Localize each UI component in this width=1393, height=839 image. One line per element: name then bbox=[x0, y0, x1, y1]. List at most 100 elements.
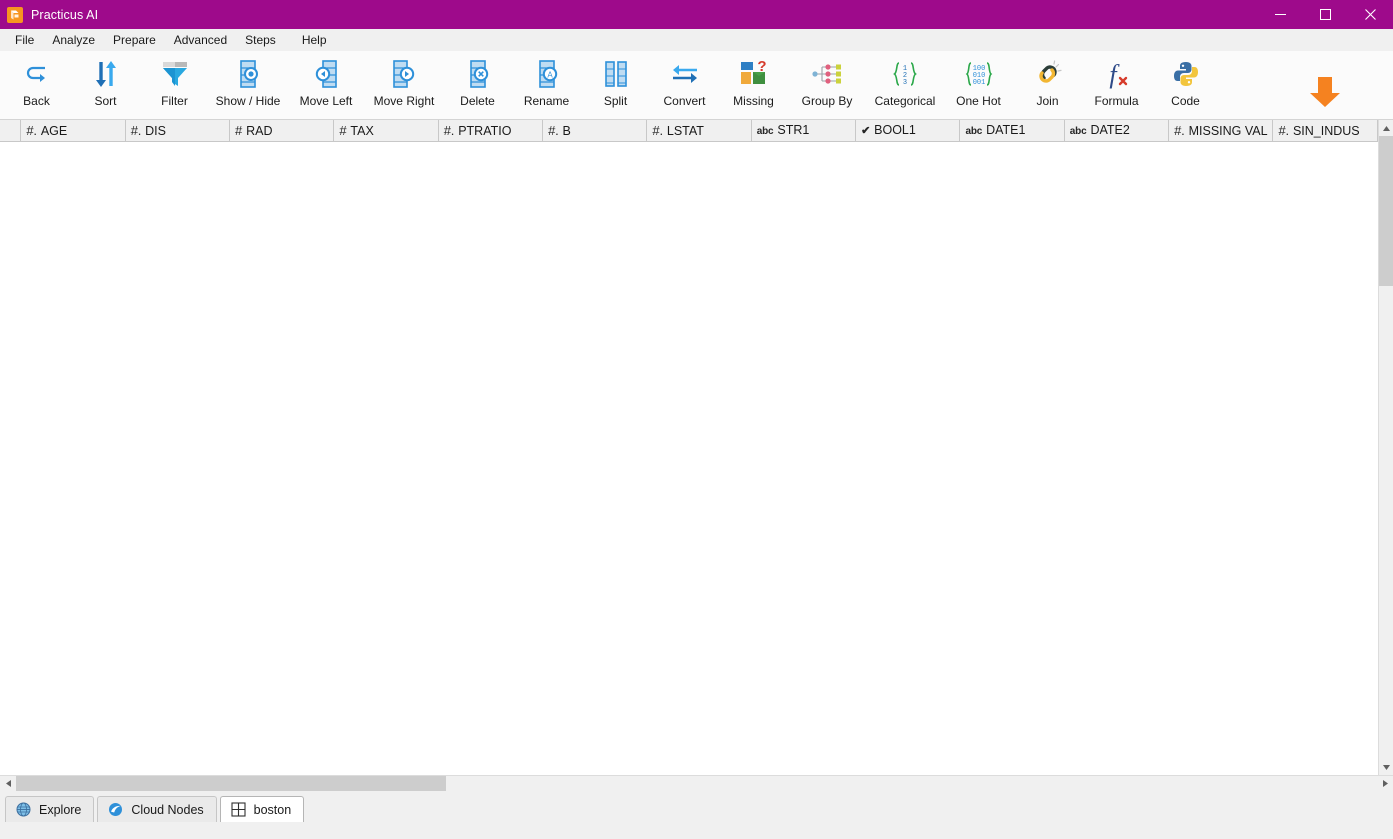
column-header-sin-indus[interactable]: #.SIN_INDUS bbox=[1273, 120, 1378, 141]
toolbar-label: Code bbox=[1171, 94, 1200, 108]
column-header-b[interactable]: #. B bbox=[543, 120, 647, 141]
toolbar-button-rename[interactable]: A Rename bbox=[512, 51, 581, 115]
toolbar-button-code[interactable]: Code bbox=[1151, 51, 1220, 115]
bottom-tab-bar: Explore Cloud Nodes boston bbox=[0, 790, 1393, 839]
column-rename-icon: A bbox=[527, 57, 567, 91]
column-header-str1[interactable]: abcSTR1 bbox=[751, 120, 855, 141]
minimize-button[interactable] bbox=[1258, 0, 1303, 29]
column-header-ptratio[interactable]: #.PTRATIO bbox=[438, 120, 542, 141]
column-type-icon: #. bbox=[548, 123, 558, 138]
column-header-label: RAD bbox=[246, 124, 272, 138]
toolbar-button-filter[interactable]: Filter bbox=[140, 51, 209, 115]
row-header-corner bbox=[0, 120, 21, 141]
toolbar-label: Convert bbox=[663, 94, 705, 108]
toolbar-button-join[interactable]: Join bbox=[1013, 51, 1082, 115]
toolbar-button-missing[interactable]: ? Missing bbox=[719, 51, 788, 115]
group-by-tree-icon bbox=[807, 57, 847, 91]
svg-text:001: 001 bbox=[972, 79, 985, 87]
toolbar-button-back[interactable]: Back bbox=[2, 51, 71, 115]
scroll-down-arrow-icon[interactable] bbox=[1379, 759, 1393, 775]
menu-analyze[interactable]: Analyze bbox=[43, 31, 104, 49]
column-header-label: MISSING VAL bbox=[1189, 124, 1268, 138]
toolbar-label: Join bbox=[1036, 94, 1058, 108]
column-header-age[interactable]: #.AGE bbox=[21, 120, 125, 141]
scroll-right-arrow-icon[interactable] bbox=[1377, 776, 1393, 791]
window-title: Practicus AI bbox=[31, 8, 98, 22]
column-header-rad[interactable]: # RAD bbox=[230, 120, 334, 141]
column-left-icon bbox=[306, 57, 346, 91]
column-header-bool1[interactable]: ✔BOOL1 bbox=[856, 120, 960, 141]
column-header-tax[interactable]: #TAX bbox=[334, 120, 438, 141]
svg-text:f: f bbox=[1109, 60, 1120, 89]
column-header-label: DIS bbox=[145, 124, 166, 138]
toolbar-button-show-hide[interactable]: Show / Hide bbox=[209, 51, 287, 115]
menu-bar: File Analyze Prepare Advanced Steps Help bbox=[0, 29, 1393, 51]
data-grid: #.AGE#.DIS#RAD#TAX#.PTRATIO#.B#.LSTATabc… bbox=[0, 120, 1393, 775]
toolbar-button-categorical[interactable]: 1 2 3 Categorical bbox=[866, 51, 944, 115]
column-header-label: B bbox=[563, 124, 571, 138]
column-delete-icon bbox=[458, 57, 498, 91]
column-header-date2[interactable]: abcDATE2 bbox=[1064, 120, 1168, 141]
toolbar-button-sort[interactable]: Sort bbox=[71, 51, 140, 115]
toolbar-label: Sort bbox=[94, 94, 116, 108]
close-button[interactable] bbox=[1348, 0, 1393, 29]
split-columns-icon bbox=[596, 57, 636, 91]
toolbar: Back Sort Filter bbox=[0, 51, 1393, 120]
column-type-icon: # bbox=[235, 123, 242, 138]
vertical-scrollbar[interactable] bbox=[1378, 120, 1393, 775]
toolbar-label: Split bbox=[604, 94, 627, 108]
table-header-row: #.AGE#.DIS#RAD#TAX#.PTRATIO#.B#.LSTATabc… bbox=[0, 120, 1378, 141]
column-header-label: AGE bbox=[41, 124, 67, 138]
column-header-lstat[interactable]: #. LSTAT bbox=[647, 120, 751, 141]
menu-help[interactable]: Help bbox=[293, 31, 336, 49]
cloud-icon bbox=[107, 801, 124, 818]
toolbar-button-delete[interactable]: Delete bbox=[443, 51, 512, 115]
toolbar-label: Categorical bbox=[875, 94, 936, 108]
toolbar-button-move-left[interactable]: Move Left bbox=[287, 51, 365, 115]
toolbar-button-one-hot[interactable]: 100 010 001 One Hot bbox=[944, 51, 1013, 115]
column-right-icon bbox=[384, 57, 424, 91]
missing-puzzle-icon: ? bbox=[734, 57, 774, 91]
menu-prepare[interactable]: Prepare bbox=[104, 31, 165, 49]
toolbar-label: Move Right bbox=[374, 94, 435, 108]
toolbar-button-group-by[interactable]: Group By bbox=[788, 51, 866, 115]
horizontal-scroll-thumb[interactable] bbox=[16, 776, 446, 791]
funnel-filter-icon bbox=[155, 57, 195, 91]
back-arrow-icon bbox=[17, 57, 57, 91]
tab-explore[interactable]: Explore bbox=[5, 796, 94, 822]
tab-cloud-nodes[interactable]: Cloud Nodes bbox=[97, 796, 216, 822]
column-header-label: TAX bbox=[350, 124, 373, 138]
toolbar-button-formula[interactable]: f Formula bbox=[1082, 51, 1151, 115]
column-header-label: DATE1 bbox=[986, 123, 1025, 137]
horizontal-scrollbar[interactable] bbox=[0, 775, 1393, 790]
menu-steps[interactable]: Steps bbox=[236, 31, 285, 49]
toolbar-button-convert[interactable]: Convert bbox=[650, 51, 719, 115]
vertical-scroll-thumb[interactable] bbox=[1379, 136, 1393, 286]
one-hot-binary-icon: 100 010 001 bbox=[959, 57, 999, 91]
tab-label: boston bbox=[254, 803, 292, 817]
column-type-icon: abc bbox=[757, 126, 774, 137]
menu-advanced[interactable]: Advanced bbox=[165, 31, 236, 49]
toolbar-button-split[interactable]: Split bbox=[581, 51, 650, 115]
formula-fx-icon: f bbox=[1097, 57, 1137, 91]
toolbar-button-move-right[interactable]: Move Right bbox=[365, 51, 443, 115]
toolbar-label: Missing bbox=[733, 94, 774, 108]
svg-text:A: A bbox=[547, 70, 553, 79]
scroll-left-arrow-icon[interactable] bbox=[0, 776, 16, 791]
maximize-button[interactable] bbox=[1303, 0, 1348, 29]
menu-file[interactable]: File bbox=[6, 31, 43, 49]
column-header-date1[interactable]: abcDATE1 bbox=[960, 120, 1064, 141]
title-bar: Practicus AI bbox=[0, 0, 1393, 29]
column-type-icon: #. bbox=[652, 123, 662, 138]
column-type-icon: #. bbox=[1278, 123, 1288, 138]
orange-down-arrow-icon[interactable] bbox=[1305, 71, 1345, 116]
scroll-up-arrow-icon[interactable] bbox=[1379, 120, 1393, 136]
column-header-missing-val[interactable]: #.MISSING VAL bbox=[1169, 120, 1273, 141]
column-header-dis[interactable]: #.DIS bbox=[125, 120, 229, 141]
data-table: #.AGE#.DIS#RAD#TAX#.PTRATIO#.B#.LSTATabc… bbox=[0, 120, 1378, 142]
join-chain-link-icon bbox=[1028, 57, 1068, 91]
tab-boston[interactable]: boston bbox=[220, 796, 305, 822]
column-type-icon: #. bbox=[444, 123, 454, 138]
column-header-label: LSTAT bbox=[667, 124, 704, 138]
tab-label: Cloud Nodes bbox=[131, 803, 203, 817]
